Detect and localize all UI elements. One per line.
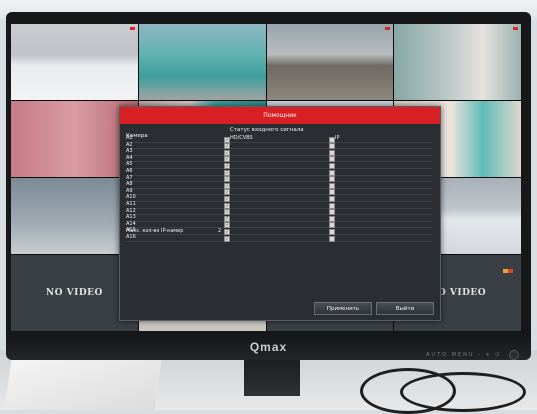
- record-icon: [513, 27, 518, 30]
- hd-cvbs-checkbox[interactable]: [224, 235, 230, 242]
- max-ip-row: Макс. кол-во IP-камер 2: [126, 227, 432, 235]
- no-video-label: NO VIDEO: [45, 288, 103, 298]
- channel-row: A4: [126, 155, 432, 163]
- camera-tile[interactable]: [266, 24, 394, 100]
- wizard-dialog: Помощник Статус входного сигнала Камера …: [119, 106, 441, 321]
- channel-name: A1: [126, 135, 133, 141]
- status-icon: [503, 269, 513, 273]
- channel-name: A3: [126, 148, 133, 155]
- camera-tile[interactable]: [138, 24, 266, 100]
- cable: [400, 372, 526, 412]
- channel-name: A6: [126, 167, 133, 174]
- channel-row: A13: [126, 215, 432, 222]
- channel-name: A13: [126, 214, 136, 221]
- power-button-icon[interactable]: [509, 350, 519, 360]
- camera-tile[interactable]: [11, 24, 138, 100]
- channel-row: A11: [126, 200, 432, 209]
- channel-row: A6: [126, 167, 432, 176]
- channel-row: A9: [126, 188, 432, 196]
- apply-button[interactable]: Применить: [314, 302, 372, 315]
- channel-row: A2: [126, 142, 432, 150]
- signal-status-header: Статус входного сигнала: [230, 127, 304, 133]
- channel-row: A12: [126, 208, 432, 216]
- dialog-title: Помощник: [120, 107, 440, 124]
- ip-label: IP: [335, 135, 340, 141]
- monitor-osd-buttons[interactable]: AUTO MENU - + ⏻: [426, 352, 501, 358]
- channel-row: A10: [126, 195, 432, 202]
- channel-row: A7: [126, 175, 432, 183]
- channel-row: A1 HD/CVBS IP: [126, 135, 432, 143]
- exit-button[interactable]: Выйти: [376, 302, 434, 315]
- channel-row: A8: [126, 182, 432, 189]
- papers: [4, 360, 162, 410]
- channel-row: A5: [126, 162, 432, 169]
- channel-row: A16: [126, 233, 432, 242]
- dvr-screen: NO VIDEONO VIDEONO VIDEO Помощник Статус…: [11, 24, 521, 331]
- max-ip-value[interactable]: 2: [218, 228, 221, 234]
- record-icon: [129, 27, 135, 30]
- hd-cvbs-label: HD/CVBS: [230, 135, 253, 141]
- camera-tile[interactable]: [394, 24, 521, 100]
- channel-name: A8: [126, 181, 133, 188]
- channel-name: A16: [126, 233, 136, 240]
- record-icon: [385, 27, 391, 30]
- channel-row: A3: [126, 149, 432, 156]
- max-ip-label: Макс. кол-во IP-камер: [126, 228, 184, 234]
- channel-list: A1 HD/CVBS IPA2A3A4A5A6A7A8A9A10A11A12A13 A…: [126, 135, 432, 242]
- ip-checkbox[interactable]: [329, 235, 335, 242]
- monitor-stand: [244, 356, 300, 396]
- dialog-buttons: Применить Выйти: [314, 302, 434, 315]
- channel-name: A11: [126, 200, 136, 207]
